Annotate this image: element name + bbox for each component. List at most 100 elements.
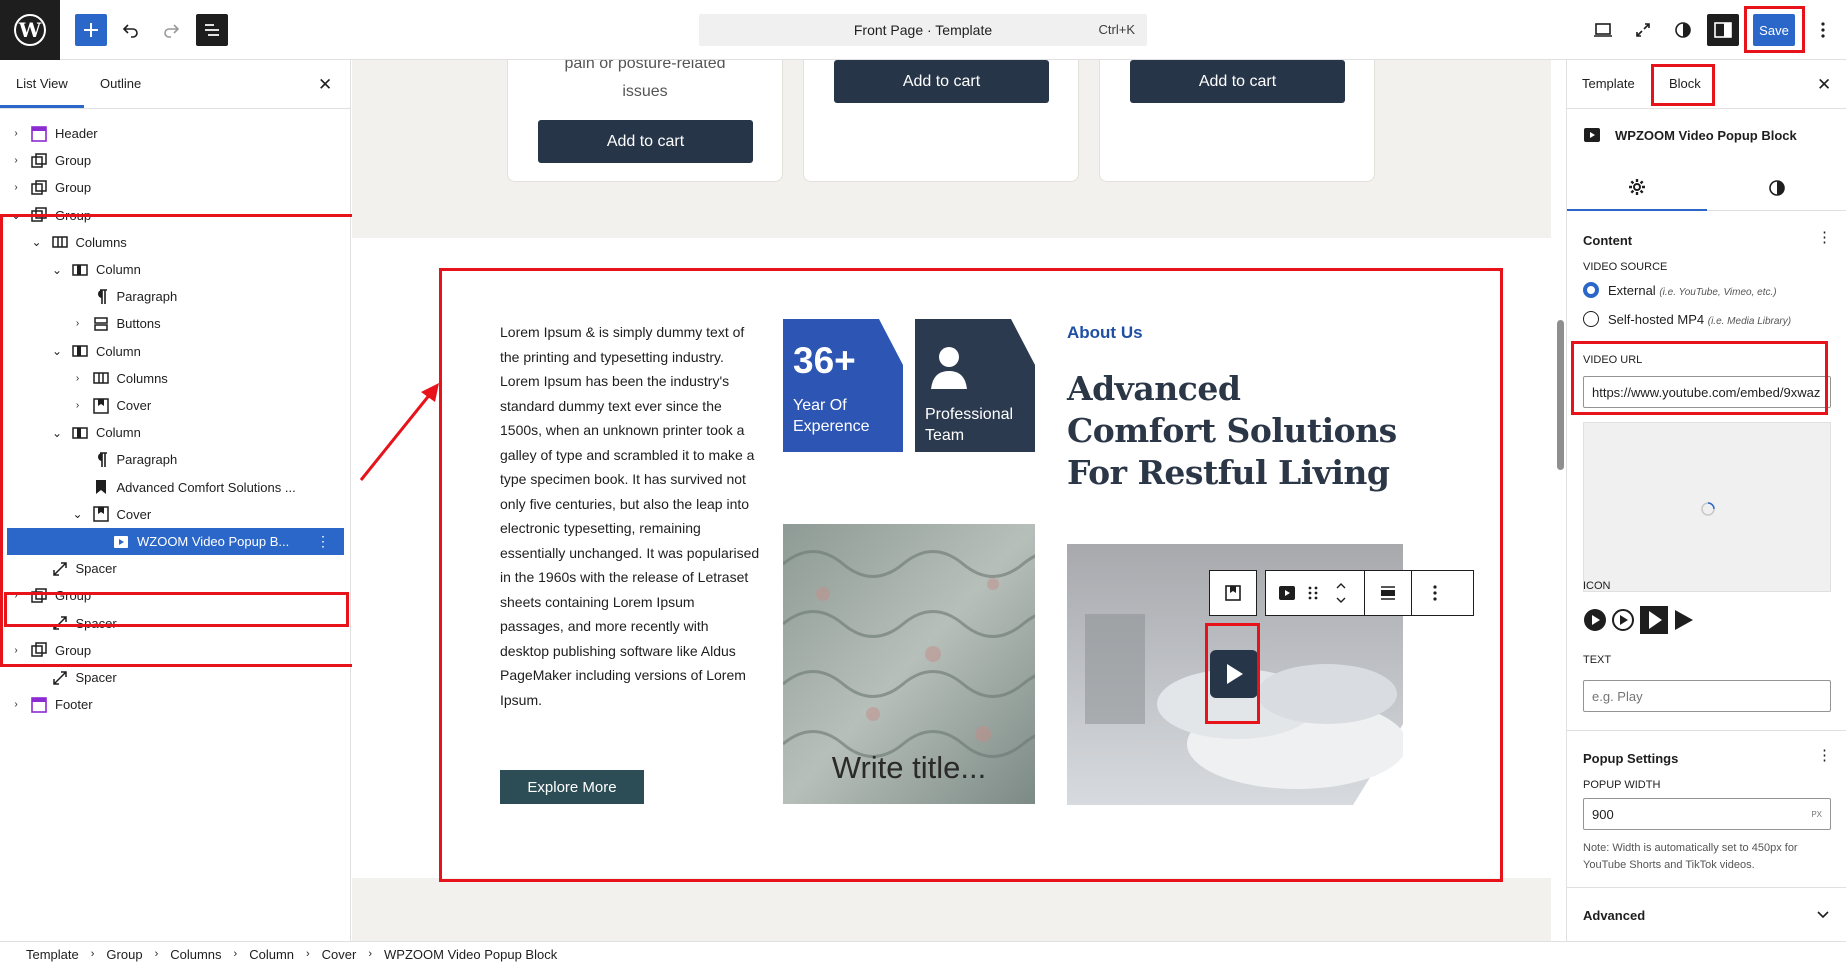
settings-toggle-button[interactable] — [1707, 14, 1739, 46]
source-self-option[interactable]: Self-hosted MP4 (i.e. Media Library) — [1608, 312, 1791, 327]
list-view-item[interactable]: Spacer — [0, 610, 351, 637]
list-view-item[interactable]: ⌄ Group — [0, 202, 351, 229]
document-overview-button[interactable] — [196, 14, 228, 46]
content-options-button[interactable]: ⋮ — [1817, 228, 1832, 246]
tab-settings[interactable] — [1567, 165, 1707, 211]
breadcrumb-item[interactable]: Template — [26, 947, 79, 962]
fullscreen-button[interactable] — [1627, 14, 1659, 46]
list-view-item[interactable]: › Cover — [0, 392, 351, 419]
breadcrumb-item[interactable]: WPZOOM Video Popup Block — [384, 947, 557, 962]
add-block-button[interactable] — [75, 14, 107, 46]
list-view-item[interactable]: ⌄ Column — [0, 419, 351, 446]
chevron-right-icon[interactable]: › — [72, 318, 84, 329]
undo-button[interactable] — [115, 14, 147, 46]
chevron-right-icon[interactable]: › — [10, 645, 22, 656]
list-view-item[interactable]: › Footer — [0, 691, 351, 718]
tab-template[interactable]: Template — [1582, 76, 1635, 91]
styles-button[interactable] — [1667, 14, 1699, 46]
list-view-item[interactable]: Paragraph — [0, 283, 351, 310]
chevron-down-icon[interactable]: ⌄ — [51, 344, 63, 358]
source-external-option[interactable]: External (i.e. YouTube, Vimeo, etc.) — [1608, 283, 1777, 298]
breadcrumb-item[interactable]: Column — [249, 947, 294, 962]
parent-select-toolbar[interactable] — [1209, 570, 1257, 616]
list-view-item[interactable]: › Header — [0, 120, 351, 147]
block-type-button[interactable] — [1274, 571, 1300, 615]
play-icon[interactable] — [1673, 608, 1695, 632]
save-button[interactable]: Save — [1753, 14, 1795, 46]
chevron-down-icon[interactable] — [1817, 911, 1829, 919]
chevron-right-icon[interactable]: › — [10, 182, 22, 193]
chevron-down-icon[interactable]: ⌄ — [51, 263, 63, 277]
list-view-item[interactable]: › Group — [0, 147, 351, 174]
options-menu-button[interactable] — [1807, 14, 1839, 46]
source-self-radio[interactable] — [1583, 311, 1599, 327]
chevron-down-icon[interactable]: ⌄ — [51, 426, 63, 440]
list-view-item[interactable]: Spacer — [0, 664, 351, 691]
close-list-view-button[interactable]: ✕ — [318, 75, 332, 95]
canvas-scrollbar[interactable] — [1555, 60, 1566, 941]
drag-handle[interactable] — [1300, 571, 1326, 615]
chevron-right-icon[interactable]: › — [10, 128, 22, 139]
breadcrumb-item[interactable]: Cover — [322, 947, 357, 962]
list-view-item[interactable]: ⌄ Cover — [0, 501, 351, 528]
popup-settings-title[interactable]: Popup Settings — [1583, 751, 1678, 766]
chevron-right-icon[interactable]: › — [10, 155, 22, 166]
play-circle-filled-icon[interactable] — [1583, 608, 1607, 632]
list-view-item[interactable]: Spacer — [0, 555, 351, 582]
redo-button[interactable] — [155, 14, 187, 46]
list-view-item[interactable]: › Buttons — [0, 310, 351, 337]
select-parent-button[interactable] — [1210, 571, 1256, 615]
explore-more-button[interactable]: Explore More — [500, 770, 644, 804]
advanced-panel-title[interactable]: Advanced — [1583, 908, 1645, 923]
list-view-item[interactable]: › Columns — [0, 365, 351, 392]
video-play-button[interactable] — [1210, 650, 1258, 698]
list-view-item[interactable]: › Group — [0, 582, 351, 609]
list-view-item[interactable]: ⌄ Columns — [0, 229, 351, 256]
tab-block[interactable]: Block — [1669, 76, 1701, 91]
breadcrumb-item[interactable]: Columns — [170, 947, 221, 962]
add-to-cart-button[interactable]: Add to cart — [834, 60, 1049, 103]
command-palette-bar[interactable]: Front Page · Template Ctrl+K — [699, 14, 1147, 46]
cover-title-placeholder[interactable]: Write title... — [783, 750, 1035, 786]
list-view-item[interactable]: Paragraph — [0, 446, 351, 473]
play-square-icon[interactable] — [1639, 605, 1669, 635]
chevron-right-icon[interactable]: › — [10, 699, 22, 710]
lorem-paragraph[interactable]: Lorem Ipsum & is simply dummy text of th… — [500, 320, 760, 712]
chevron-right-icon[interactable]: › — [72, 373, 84, 384]
list-view-item[interactable]: ⌄ Column — [0, 256, 351, 283]
chevron-down-icon[interactable]: ⌄ — [31, 235, 43, 249]
list-view-item[interactable]: WZOOM Video Popup B... ⋮ — [7, 528, 344, 555]
about-us-heading[interactable]: About Us — [1067, 323, 1143, 343]
section-headline[interactable]: Advanced Comfort Solutions For Restful L… — [1067, 368, 1397, 494]
chevron-down-icon[interactable]: ⌄ — [72, 507, 84, 521]
list-view-item[interactable]: ⌄ Column — [0, 338, 351, 365]
play-text-input[interactable] — [1583, 680, 1831, 712]
popup-width-input[interactable]: 900 PX — [1583, 798, 1831, 830]
chevron-right-icon[interactable]: › — [10, 590, 22, 601]
view-desktop-button[interactable] — [1587, 14, 1619, 46]
popup-options-button[interactable]: ⋮ — [1817, 746, 1832, 764]
add-to-cart-button[interactable]: Add to cart — [1130, 60, 1345, 103]
tab-outline[interactable]: Outline — [100, 76, 141, 91]
breadcrumb-item[interactable]: Group — [106, 947, 142, 962]
wordpress-logo-button[interactable]: W — [0, 0, 60, 60]
list-view-item[interactable]: Advanced Comfort Solutions ... — [0, 474, 351, 501]
tab-styles[interactable] — [1707, 165, 1846, 211]
move-buttons[interactable] — [1326, 571, 1356, 615]
scrollbar-thumb[interactable] — [1557, 320, 1564, 470]
list-view-item[interactable]: › Group — [0, 637, 351, 664]
close-sidebar-button[interactable]: ✕ — [1817, 75, 1831, 95]
chevron-right-icon[interactable]: › — [72, 400, 84, 411]
source-external-radio[interactable] — [1583, 282, 1599, 298]
tab-list-view[interactable]: List View — [0, 76, 84, 108]
list-view-item[interactable]: › Group — [0, 174, 351, 201]
align-button[interactable] — [1365, 571, 1411, 615]
block-options-button[interactable]: ⋮ — [316, 533, 330, 550]
play-circle-outline-icon[interactable] — [1611, 608, 1635, 632]
video-url-input[interactable]: https://www.youtube.com/embed/9xwaz — [1583, 376, 1831, 408]
chevron-down-icon[interactable]: ⌄ — [10, 208, 22, 222]
block-options-button[interactable] — [1412, 571, 1458, 615]
content-panel-title[interactable]: Content — [1583, 233, 1632, 248]
add-to-cart-button[interactable]: Add to cart — [538, 120, 753, 163]
quilt-cover-image[interactable]: Write title... — [783, 524, 1035, 804]
